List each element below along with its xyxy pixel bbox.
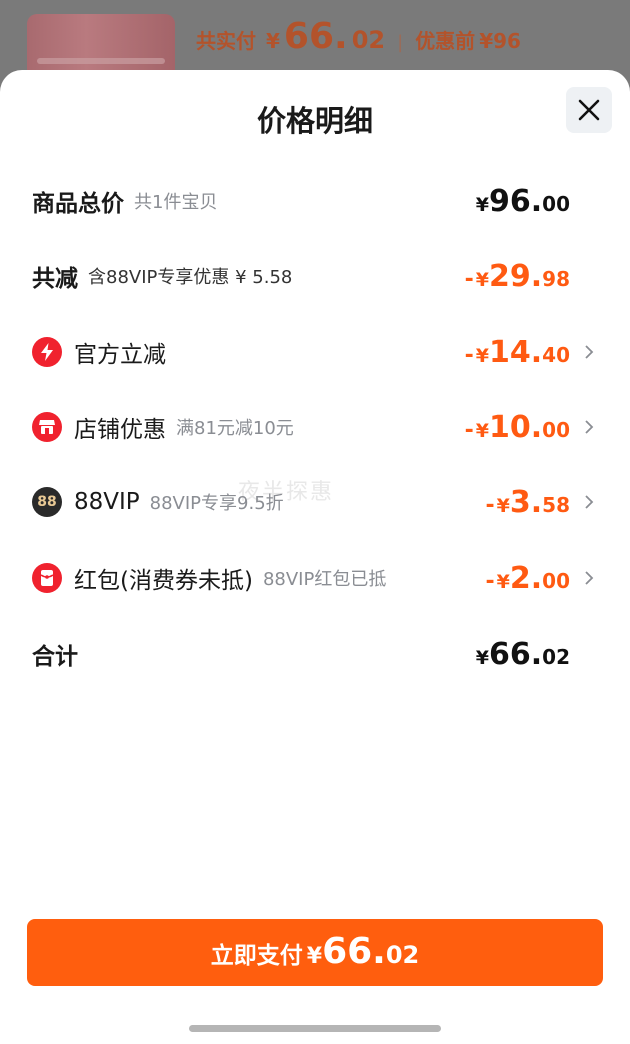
bg-separator: | — [397, 32, 404, 53]
chevron-right-icon — [574, 344, 594, 360]
chevron-right-icon — [574, 419, 594, 435]
bg-total-dec: 02 — [351, 26, 386, 54]
official-discount-row[interactable]: 官方立减 - ¥ 14. 40 — [32, 332, 594, 372]
sum-amount: ¥ 66. 02 — [476, 637, 570, 672]
shop-discount-title: 店铺优惠 — [74, 417, 166, 443]
redpacket-dec: 00 — [542, 568, 570, 593]
chevron-right-icon — [574, 570, 594, 586]
shop-discount-rule: 满81元减10元 — [176, 418, 294, 439]
shop-minus: - — [464, 417, 474, 443]
official-minus: - — [464, 342, 474, 368]
chevron-right-icon — [574, 494, 594, 510]
red-packet-note: 88VIP红包已抵 — [262, 569, 387, 590]
official-currency: ¥ — [475, 344, 489, 367]
vip-88-icon-text: 88 — [37, 494, 57, 510]
redpacket-currency: ¥ — [496, 570, 510, 593]
bg-total-label: 共实付 — [196, 29, 256, 53]
vip-currency: ¥ — [496, 494, 510, 517]
red-packet-icon — [32, 563, 62, 593]
total-discount-amount: - ¥ 29. 98 — [465, 259, 570, 294]
shop-currency: ¥ — [475, 419, 489, 442]
total-discount-minus: - — [464, 266, 474, 292]
red-packet-amount: - ¥ 2. 00 — [486, 561, 571, 596]
official-int: 14. — [489, 334, 543, 370]
goods-total-title: 商品总价 — [32, 191, 124, 217]
sum-row: 合计 ¥ 66. 02 — [32, 634, 594, 674]
official-discount-title: 官方立减 — [74, 342, 166, 368]
sum-dec: 02 — [542, 644, 570, 669]
bg-before-label: 优惠前 — [415, 29, 476, 53]
official-dec: 40 — [542, 342, 570, 367]
vip-int: 3. — [509, 484, 543, 520]
lightning-icon — [32, 337, 62, 367]
shop-discount-amount: - ¥ 10. 00 — [465, 410, 570, 445]
sum-currency: ¥ — [475, 646, 489, 669]
vip-dec: 58 — [542, 492, 570, 517]
watermark: 夜半探惠 — [238, 480, 335, 505]
sum-title: 合计 — [32, 644, 78, 670]
vip-minus: - — [485, 492, 495, 518]
close-button[interactable] — [566, 87, 612, 133]
pay-button-dec: 02 — [385, 941, 420, 969]
total-discount-note: 含88VIP专享优惠 ¥ 5.58 — [88, 267, 293, 288]
shop-int: 10. — [489, 409, 543, 445]
background-price-summary: 共实付 ¥ 66. 02 | 优惠前 ¥96 — [196, 16, 521, 66]
shop-discount-row[interactable]: 店铺优惠 满81元减10元 - ¥ 10. 00 — [32, 407, 594, 447]
goods-total-currency: ¥ — [475, 193, 489, 216]
total-discount-dec: 98 — [542, 266, 570, 291]
pay-now-button[interactable]: 立即支付 ¥ 66. 02 — [27, 919, 603, 986]
goods-total-count: 共1件宝贝 — [134, 192, 218, 213]
pay-button-label: 立即支付 — [210, 943, 303, 969]
vip-discount-title: 88VIP — [74, 489, 140, 515]
total-discount-int: 29. — [489, 258, 543, 294]
shop-dec: 00 — [542, 417, 570, 442]
official-discount-amount: - ¥ 14. 40 — [465, 335, 570, 370]
vip-88-icon: 88 — [32, 487, 62, 517]
price-detail-sheet: 价格明细 商品总价 共1件宝贝 ¥ 96. 00 共减 含88VIP专享优惠 ¥… — [0, 70, 630, 1044]
red-packet-row[interactable]: 红包(消费券未抵) 88VIP红包已抵 - ¥ 2. 00 — [32, 558, 594, 598]
bg-total-int: 66. — [283, 16, 348, 57]
bg-before-amount: ¥96 — [479, 29, 521, 53]
total-discount-row: 共减 含88VIP专享优惠 ¥ 5.58 - ¥ 29. 98 — [32, 256, 594, 296]
bg-total-currency: ¥ — [266, 29, 280, 53]
goods-total-dec: 00 — [542, 191, 570, 216]
close-icon — [578, 99, 600, 121]
redpacket-int: 2. — [509, 560, 543, 596]
goods-total-row: 商品总价 共1件宝贝 ¥ 96. 00 — [32, 181, 594, 221]
home-indicator[interactable] — [189, 1025, 441, 1032]
pay-button-currency: ¥ — [306, 944, 323, 969]
pay-button-int: 66. — [322, 931, 386, 972]
goods-total-amount: ¥ 96. 00 — [476, 184, 570, 219]
total-discount-currency: ¥ — [475, 268, 489, 291]
sum-int: 66. — [489, 636, 543, 672]
shop-icon — [32, 412, 62, 442]
red-packet-title: 红包(消费券未抵) — [74, 568, 253, 594]
goods-total-int: 96. — [489, 183, 543, 219]
vip-discount-amount: - ¥ 3. 58 — [486, 485, 571, 520]
total-discount-title: 共减 — [32, 266, 78, 292]
sheet-title: 价格明细 — [256, 104, 373, 138]
redpacket-minus: - — [485, 568, 495, 594]
